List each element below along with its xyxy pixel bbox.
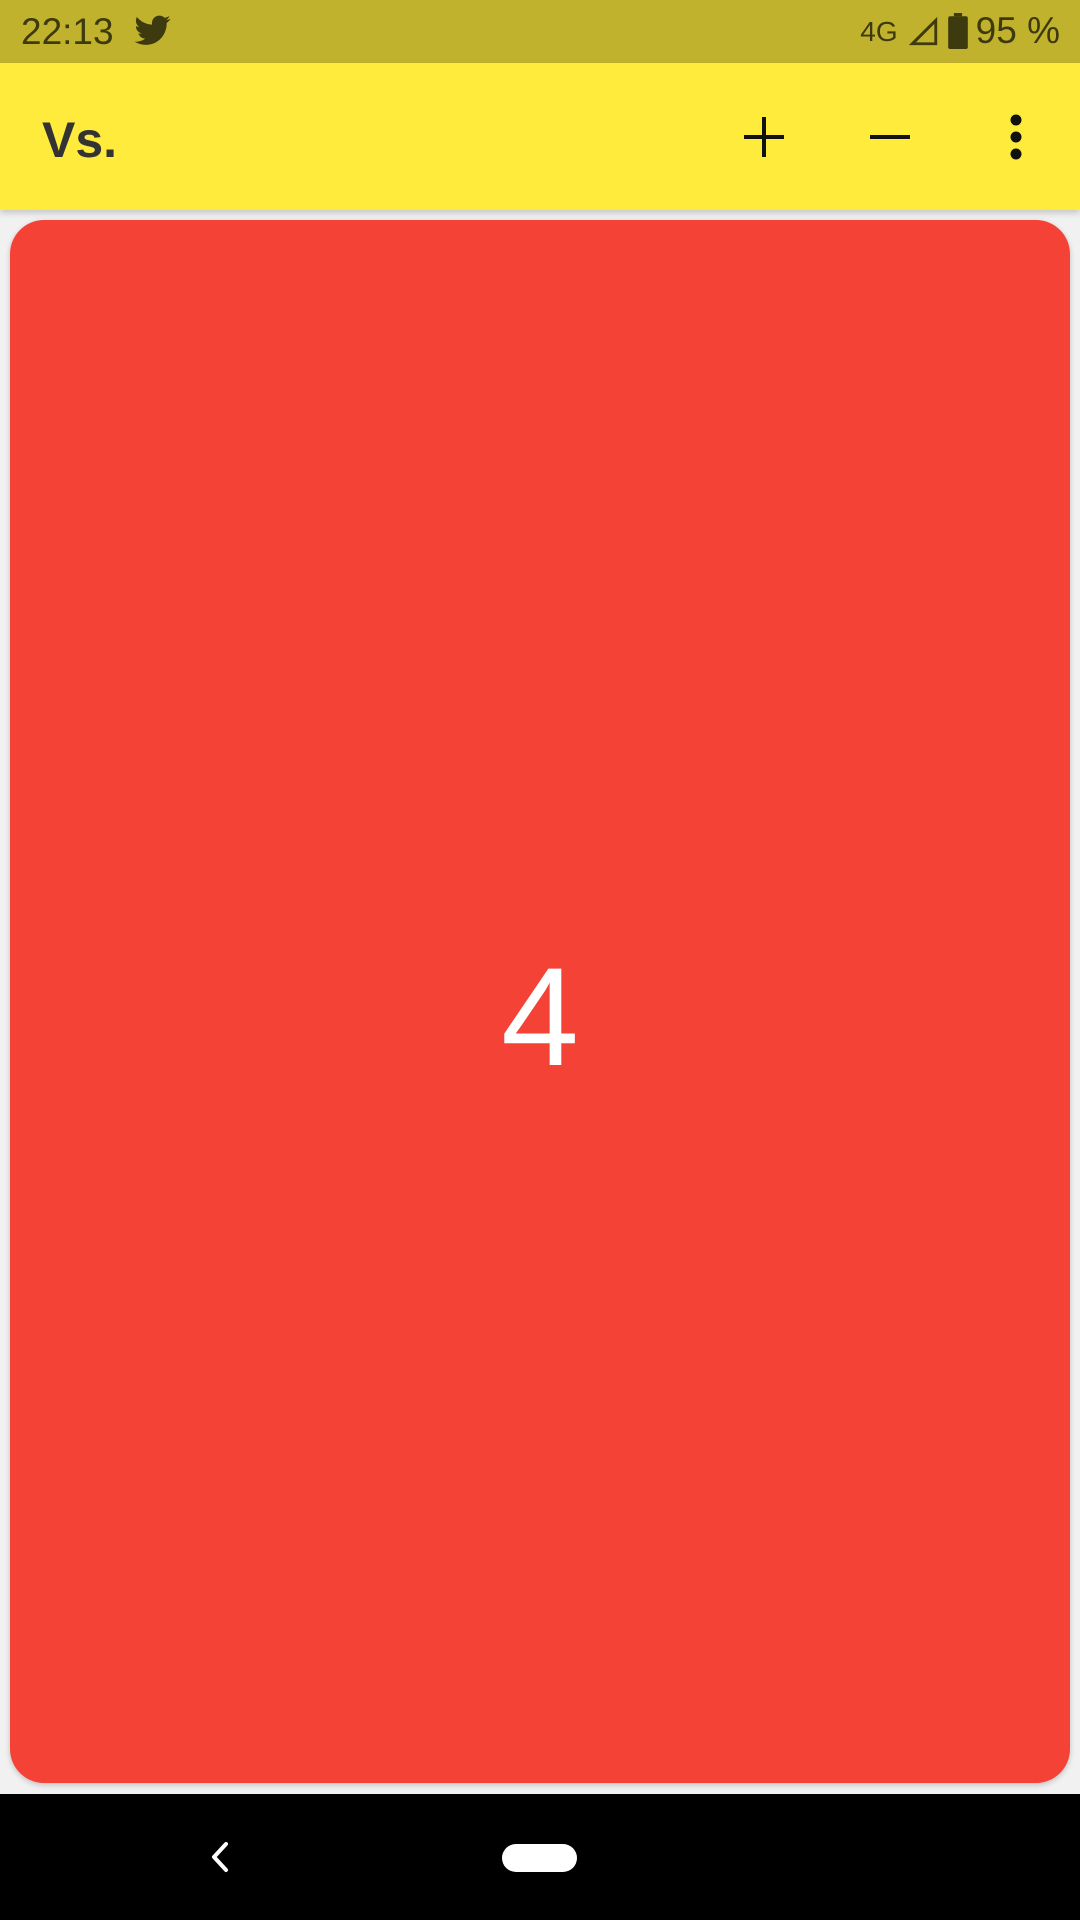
status-bar: 22:13 4G 95 % xyxy=(0,0,1080,63)
remove-button[interactable] xyxy=(858,105,922,169)
counter-card[interactable]: 4 xyxy=(10,220,1070,1783)
battery-percent: 95 % xyxy=(975,10,1060,51)
more-vert-icon xyxy=(1010,114,1022,160)
counter-value: 4 xyxy=(501,937,579,1095)
add-button[interactable] xyxy=(732,105,796,169)
home-button[interactable] xyxy=(502,1844,577,1872)
network-label: 4G xyxy=(860,16,898,47)
signal-icon xyxy=(908,16,937,46)
status-indicators: 4G 95 % xyxy=(860,10,1060,52)
back-icon[interactable] xyxy=(200,1834,240,1880)
app-title: Vs. xyxy=(42,112,118,168)
status-time: 22:13 xyxy=(21,11,114,52)
twitter-icon xyxy=(134,15,171,45)
add-icon xyxy=(744,117,784,157)
more-options-button[interactable] xyxy=(984,105,1048,169)
remove-icon xyxy=(870,135,910,139)
app-bar: Vs. xyxy=(0,63,1080,210)
battery-icon xyxy=(947,13,968,49)
